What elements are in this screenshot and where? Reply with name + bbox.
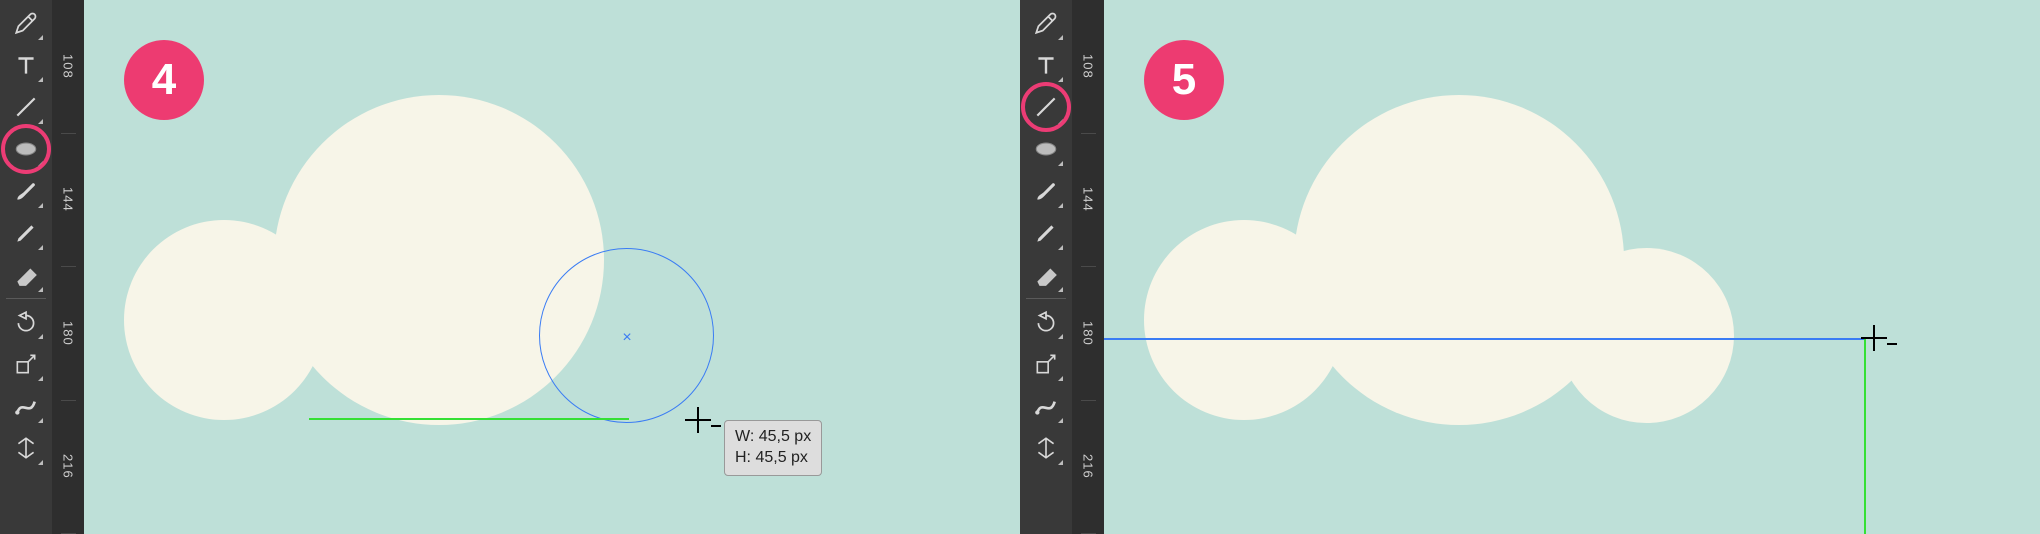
toolbar-separator [6, 298, 46, 299]
pencil-icon [13, 220, 39, 246]
ellipse-tool[interactable] [1025, 128, 1067, 170]
rotate-icon [1033, 309, 1059, 335]
free-transform-tool[interactable] [5, 427, 47, 469]
type-tool[interactable] [1025, 44, 1067, 86]
dimension-tooltip: W: 45,5 px H: 45,5 px [724, 420, 822, 476]
width-tool[interactable] [5, 385, 47, 427]
tooltip-width: W: 45,5 px [735, 427, 811, 448]
eraser-icon [13, 262, 39, 288]
scale-icon [13, 351, 39, 377]
transform-icon [1033, 435, 1059, 461]
line-segment-preview [1104, 338, 1864, 340]
ruler-mark: 144 [61, 134, 76, 268]
width-tool[interactable] [1025, 385, 1067, 427]
rotate-tool[interactable] [1025, 301, 1067, 343]
step-badge: 4 [124, 40, 204, 120]
ruler-mark: 216 [1081, 401, 1096, 534]
scale-tool[interactable] [1025, 343, 1067, 385]
vertical-ruler-left: 108 144 180 216 [52, 0, 84, 534]
ellipse-icon [13, 136, 39, 162]
eraser-icon [1033, 262, 1059, 288]
step-number: 5 [1172, 55, 1196, 105]
pen-icon [13, 10, 39, 36]
canvas-right[interactable]: 5 [1104, 0, 2040, 534]
pen-icon [1033, 10, 1059, 36]
ellipse-center-mark: × [622, 329, 631, 347]
line-icon [13, 94, 39, 120]
step-number: 4 [152, 55, 176, 105]
toolbar-right [1020, 0, 1072, 534]
ellipse-tool[interactable] [5, 128, 47, 170]
toolbar-left [0, 0, 52, 534]
line-tool[interactable] [5, 86, 47, 128]
panel-step-4: 108 144 180 216 × W: 45,5 px H: 45,5 px … [0, 0, 1020, 534]
ruler-mark: 216 [61, 401, 76, 534]
panel-step-5: 108 144 180 216 5 [1020, 0, 2040, 534]
vertical-ruler-right: 108 144 180 216 [1072, 0, 1104, 534]
ruler-mark: 180 [1081, 267, 1096, 401]
free-transform-tool[interactable] [1025, 427, 1067, 469]
transform-icon [13, 435, 39, 461]
smart-guide-vertical [1864, 338, 1866, 534]
width-icon [13, 393, 39, 419]
ruler-mark: 108 [61, 0, 76, 134]
line-tool[interactable] [1025, 86, 1067, 128]
pencil-tool[interactable] [5, 212, 47, 254]
brush-icon [13, 178, 39, 204]
step-badge: 5 [1144, 40, 1224, 120]
tooltip-height: H: 45,5 px [735, 448, 811, 469]
brush-tool[interactable] [5, 170, 47, 212]
toolbar-separator [1026, 298, 1066, 299]
rotate-icon [13, 309, 39, 335]
crosshair-cursor [1861, 325, 1887, 351]
rotate-tool[interactable] [5, 301, 47, 343]
scale-icon [1033, 351, 1059, 377]
pencil-icon [1033, 220, 1059, 246]
width-icon [1033, 393, 1059, 419]
scale-tool[interactable] [5, 343, 47, 385]
type-tool[interactable] [5, 44, 47, 86]
pen-tool[interactable] [5, 2, 47, 44]
crosshair-cursor [685, 407, 711, 433]
type-icon [1033, 52, 1059, 78]
eraser-tool[interactable] [1025, 254, 1067, 296]
ruler-mark: 180 [61, 267, 76, 401]
smart-guide-horizontal [309, 418, 629, 420]
pen-tool[interactable] [1025, 2, 1067, 44]
line-icon [1033, 94, 1059, 120]
eraser-tool[interactable] [5, 254, 47, 296]
canvas-left[interactable]: × W: 45,5 px H: 45,5 px 4 [84, 0, 1020, 534]
cloud-circle [1559, 248, 1734, 423]
brush-tool[interactable] [1025, 170, 1067, 212]
pencil-tool[interactable] [1025, 212, 1067, 254]
ruler-mark: 108 [1081, 0, 1096, 134]
ellipse-icon [1033, 136, 1059, 162]
ruler-mark: 144 [1081, 134, 1096, 268]
type-icon [13, 52, 39, 78]
brush-icon [1033, 178, 1059, 204]
